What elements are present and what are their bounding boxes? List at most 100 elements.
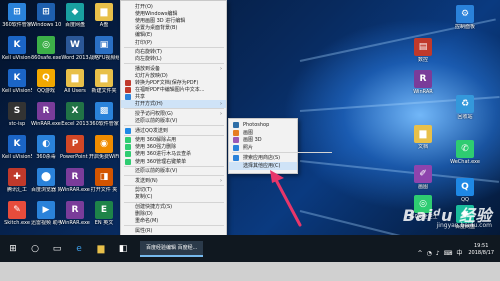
- desktop-icon[interactable]: ◆ 百度网盘: [60, 3, 90, 28]
- menu-item-label: 使用画图 3D 进行编辑: [135, 18, 186, 25]
- desktop-icon[interactable]: ▆ 文档: [408, 125, 438, 150]
- desktop-icon[interactable]: ⊞ 360软件管家: [2, 3, 32, 28]
- desktop-icon[interactable]: X Excel 2013: [60, 102, 90, 127]
- edge-button[interactable]: e: [70, 240, 88, 258]
- menu-item-icon: [125, 80, 131, 86]
- menu-item[interactable]: 照片: [229, 144, 297, 152]
- menu-item[interactable]: 还原以前的版本(V): [121, 167, 226, 175]
- desktop-icon[interactable]: ◎ 360safe.exe: [31, 36, 61, 61]
- app-icon: Q: [456, 178, 474, 196]
- desktop-icon-label: PowerPoint 2013: [60, 154, 90, 160]
- desktop-icon-label: WinRAR.exe 快捷方式: [31, 121, 61, 127]
- menu-item-label: 编辑(E): [135, 32, 153, 39]
- desktop-icon[interactable]: ✆ WeChat.exe: [450, 140, 480, 165]
- desktop-icon[interactable]: RWinRAR.exe 快捷方式: [60, 201, 90, 226]
- desktop-icon[interactable]: ▶ 迅雷视频 助手: [31, 201, 61, 226]
- taskbar-active-window[interactable]: 百度经验编辑 百度经...: [140, 240, 204, 257]
- tray-icon[interactable]: 中: [456, 250, 462, 257]
- desktop-icon[interactable]: Q QQ游戏: [31, 69, 61, 94]
- desktop-icon[interactable]: ▆ A盘: [89, 3, 119, 28]
- menu-item[interactable]: 复制(C): [121, 193, 226, 201]
- menu-item[interactable]: 选择其他应用(C): [229, 162, 297, 170]
- clock[interactable]: 19:51 2018/8/17: [468, 243, 494, 257]
- desktop-icon[interactable]: Q QQ: [450, 178, 480, 203]
- desktop-icon[interactable]: ▆ All Users: [60, 69, 90, 94]
- folder-icon: ▆: [97, 243, 105, 254]
- app-icon: R: [414, 70, 432, 88]
- menu-item[interactable]: 发送到(N) ›: [121, 177, 226, 185]
- desktop-icon[interactable]: E EN 英文: [89, 201, 119, 226]
- tray-icon[interactable]: ♪: [436, 250, 440, 257]
- menu-item[interactable]: 使用 360管理右键菜单: [121, 158, 226, 166]
- desktop-icon[interactable]: ◉ 开启免费WiFi: [89, 135, 119, 160]
- store-button[interactable]: ◧: [114, 240, 132, 258]
- desktop-icon[interactable]: ♻ 回收站: [450, 95, 480, 120]
- desktop-icon-label: Word 2013: [61, 55, 89, 61]
- app-icon: K: [8, 36, 26, 54]
- file-explorer-button[interactable]: ▆: [92, 240, 110, 258]
- app-icon: ⚙: [456, 5, 474, 23]
- desktop-icon[interactable]: K Keil uVision5: [2, 135, 32, 160]
- menu-item[interactable]: 重命名(M): [121, 217, 226, 225]
- desktop-icon-label: WinRAR.exe 快捷方式: [60, 220, 90, 226]
- desktop-icon[interactable]: ◨ 打开文件 夹: [89, 168, 119, 193]
- desktop-icon[interactable]: RWinRAR.exe 快捷方式: [31, 102, 61, 127]
- desktop-icon[interactable]: ✐ 画图: [408, 165, 438, 190]
- menu-item-label: 画图 3D: [243, 137, 262, 144]
- menu-item-label: 向右旋转(T): [135, 49, 162, 56]
- menu-item-icon: [125, 87, 131, 94]
- desktop-icon[interactable]: ▩ 360软件管家: [89, 102, 119, 127]
- menu-item[interactable]: 打印(P): [121, 39, 226, 47]
- menu-item-label: 删除(D): [135, 211, 153, 218]
- desktop-icon[interactable]: Sstc-isp: [2, 102, 32, 127]
- desktop-icon-label: Skitch.exe: [4, 220, 30, 226]
- menu-item-label: 通过QQ发送到: [135, 127, 168, 134]
- desktop-icon[interactable]: ⚙ 控制面板: [450, 5, 480, 30]
- search-button[interactable]: ○: [26, 240, 44, 258]
- windows-logo-icon: ⊞: [9, 243, 17, 254]
- task-view-button[interactable]: ▭: [48, 240, 66, 258]
- desktop-icon[interactable]: RWinRAR.exe 快捷方式: [60, 168, 90, 193]
- desktop-icon[interactable]: ⬤百度浏览器 好好工具: [31, 168, 61, 193]
- menu-item-label: 打开(O): [135, 4, 153, 10]
- tray-icon[interactable]: ^: [418, 250, 423, 257]
- desktop-icon-label: QQ游戏: [37, 88, 55, 94]
- app-icon: S: [8, 102, 26, 120]
- desktop-icon[interactable]: K Keil uVision4: [2, 36, 32, 61]
- watermark-strip: [0, 262, 500, 281]
- desktop-icon-label: 360safe.exe: [31, 55, 61, 61]
- tray-icon[interactable]: ⌨: [444, 250, 453, 257]
- menu-item-icon: [233, 122, 239, 128]
- menu-item-label: 照片: [243, 144, 254, 151]
- menu-item[interactable]: 通过QQ发送到: [121, 127, 226, 135]
- menu-item-label: 打开方式(H): [135, 101, 163, 108]
- desktop-icon-label: 文档: [417, 144, 428, 150]
- menu-item[interactable]: 还原以前的版本(V): [121, 117, 226, 125]
- desktop-icon[interactable]: K Keil uVision5: [2, 69, 32, 94]
- menu-item[interactable]: 向左旋转(L): [121, 55, 226, 63]
- desktop-icon-label: 360软件管家: [89, 121, 119, 127]
- desktop-icon[interactable]: ✎ Skitch.exe: [2, 201, 32, 226]
- desktop-icon[interactable]: ▣战略FU视频组件: [89, 36, 119, 61]
- menu-item-icon: [125, 144, 131, 151]
- menu-item[interactable]: 打开方式(H) ›: [121, 100, 226, 109]
- desktop-icon[interactable]: PPowerPoint 2013: [60, 135, 90, 160]
- desktop-icon-label: Windows 10: [31, 22, 61, 28]
- desktop-icon[interactable]: ▤ 数控: [408, 38, 438, 63]
- app-icon: ◆: [66, 3, 84, 21]
- menu-item-label: 搜索应用商店(S): [243, 155, 281, 162]
- app-icon: ▩: [95, 102, 113, 120]
- desktop-icon-label: 百度浏览器 好好工具: [31, 187, 61, 193]
- menu-item-label: 画图: [243, 129, 254, 136]
- desktop-icon[interactable]: ✚ 腾讯汇工: [2, 168, 32, 193]
- desktop-icon[interactable]: W Word 2013: [60, 36, 90, 61]
- desktop-icon[interactable]: R WinRAR: [408, 70, 438, 95]
- tray-icon[interactable]: ◔: [427, 250, 432, 257]
- desktop-icon[interactable]: ◐ 360杀毒: [31, 135, 61, 160]
- menu-item-label: 授予访问权限(G): [135, 110, 173, 117]
- menu-item-label: 使用Windows编辑: [135, 11, 178, 18]
- start-button[interactable]: ⊞: [4, 240, 22, 258]
- desktop-icon[interactable]: ▆ 新建文件夹: [89, 69, 119, 94]
- desktop-icon[interactable]: ⊞ Windows 10: [31, 3, 61, 28]
- menu-item[interactable]: 属性(R): [121, 227, 226, 235]
